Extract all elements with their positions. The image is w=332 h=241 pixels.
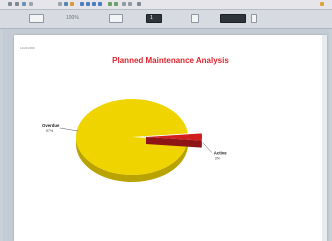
page-number-value: 1 [150, 15, 153, 21]
back-icon[interactable] [8, 2, 12, 6]
top-icon-strip [0, 0, 332, 10]
vertical-scrollbar[interactable] [322, 35, 327, 241]
prev-page-icon[interactable] [86, 2, 90, 6]
save-icon[interactable] [64, 2, 68, 6]
slice-value-active: 3% [215, 157, 221, 161]
slice-value-overdue: 97% [46, 129, 54, 133]
fit-width-icon[interactable] [128, 2, 132, 6]
slice-label-overdue: Overdue [42, 123, 60, 128]
pie-chart: Overdue97% Active3% [42, 99, 228, 182]
zoom-level[interactable]: 100% [66, 15, 79, 22]
forward-icon[interactable] [15, 2, 19, 6]
active-leader-line [202, 142, 212, 153]
first-page-icon[interactable] [80, 2, 84, 6]
page-nav-button[interactable] [29, 14, 44, 23]
home-icon[interactable] [29, 2, 33, 6]
slice-label-active: Active [214, 151, 228, 156]
zoom-in-icon[interactable] [108, 2, 112, 6]
zoom-out-icon[interactable] [114, 2, 118, 6]
refresh-icon[interactable] [22, 2, 26, 6]
zoom-select-button[interactable] [109, 14, 123, 23]
page-number-field[interactable]: 1 [146, 14, 162, 23]
print-icon[interactable] [58, 2, 62, 6]
last-page-icon[interactable] [98, 2, 102, 6]
pdf-viewer-window: 100% 1 11/21/2009 Planned Maintenance An… [0, 0, 332, 241]
search-input[interactable] [220, 14, 246, 23]
fit-page-icon[interactable] [122, 2, 126, 6]
viewer-toolbar: 100% 1 [0, 10, 332, 29]
layout-button[interactable] [191, 14, 199, 23]
document-page: 11/21/2009 Planned Maintenance Analysis … [14, 35, 327, 241]
help-icon[interactable] [320, 2, 324, 6]
search-button[interactable] [251, 14, 257, 23]
next-page-icon[interactable] [92, 2, 96, 6]
overdue-leader-line [59, 127, 79, 132]
email-icon[interactable] [70, 2, 74, 6]
find-icon[interactable] [137, 2, 141, 6]
document-viewport[interactable]: 11/21/2009 Planned Maintenance Analysis … [3, 29, 329, 241]
